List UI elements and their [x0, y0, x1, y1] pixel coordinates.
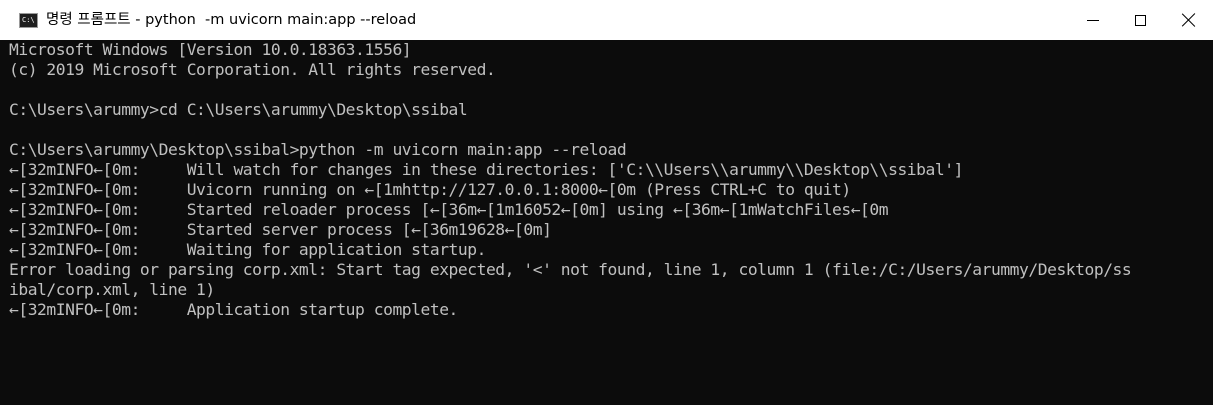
console-line: Error loading or parsing corp.xml: Start… — [9, 260, 1132, 279]
console-line: C:\Users\arummy\Desktop\ssibal>python -m… — [9, 140, 627, 159]
command-prompt-window: C:\ 명령 프롬프트 - python -m uvicorn main:app… — [0, 0, 1213, 405]
console-output[interactable]: Microsoft Windows [Version 10.0.18363.15… — [0, 40, 1213, 405]
title-bar[interactable]: C:\ 명령 프롬프트 - python -m uvicorn main:app… — [0, 0, 1213, 40]
console-line: ←[32mINFO←[0m: Application startup compl… — [9, 300, 458, 319]
console-line: ←[32mINFO←[0m: Started server process [←… — [9, 220, 552, 239]
console-line: (c) 2019 Microsoft Corporation. All righ… — [9, 60, 496, 79]
console-line: ibal/corp.xml, line 1) — [9, 280, 215, 299]
command-prompt-icon[interactable]: C:\ — [19, 13, 38, 28]
console-line: ←[32mINFO←[0m: Will watch for changes in… — [9, 160, 963, 179]
console-line: C:\Users\arummy>cd C:\Users\arummy\Deskt… — [9, 100, 468, 119]
minimize-icon — [1087, 19, 1099, 21]
minimize-button[interactable] — [1070, 0, 1116, 40]
maximize-icon — [1134, 14, 1146, 26]
console-line: ←[32mINFO←[0m: Started reloader process … — [9, 200, 889, 219]
console-line: Microsoft Windows [Version 10.0.18363.15… — [9, 40, 412, 59]
console-line: ←[32mINFO←[0m: Uvicorn running on ←[1mht… — [9, 180, 851, 199]
console-line: ←[32mINFO←[0m: Waiting for application s… — [9, 240, 486, 259]
close-icon — [1182, 13, 1196, 27]
window-title: 명령 프롬프트 - python -m uvicorn main:app --r… — [46, 12, 417, 28]
maximize-button[interactable] — [1117, 0, 1163, 40]
close-button[interactable] — [1166, 0, 1212, 40]
